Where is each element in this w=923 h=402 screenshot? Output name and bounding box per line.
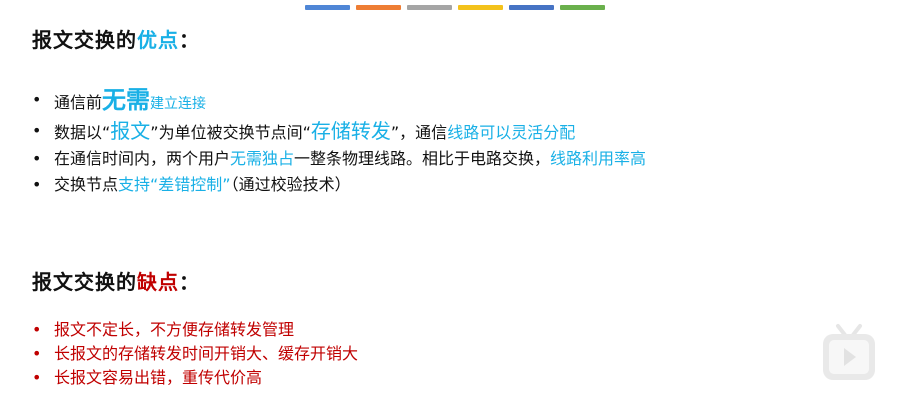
disadvantage-text: 报文不定长，不方便存储转发管理: [54, 320, 295, 339]
advantages-heading: 报文交换的优点：: [32, 28, 200, 52]
bullet-icon: •: [32, 149, 42, 168]
disadvantage-text: 长报文的存储转发时间开销大、缓存开销大: [54, 344, 359, 363]
advantage-text-part: 支持“差错控制”: [118, 175, 231, 194]
color-bar-segment: [356, 5, 401, 10]
top-color-bar: [305, 5, 605, 10]
disadvantage-text: 长报文容易出错，重传代价高: [54, 368, 263, 387]
disadvantages-list: • 报文不定长，不方便存储转发管理 • 长报文的存储转发时间开销大、缓存开销大 • 长报文…: [32, 318, 358, 390]
bullet-icon: •: [32, 368, 42, 387]
bullet-icon: •: [32, 175, 42, 194]
advantage-text-part: 建立连接: [150, 96, 207, 112]
advantage-text-part: 线路利用率高: [550, 149, 647, 168]
color-bar-segment: [560, 5, 605, 10]
advantage-text-part: （通过校验技术）: [230, 175, 351, 194]
advantage-item: • 数据以“报文”为单位被交换节点间“存储转发”，通信线路可以灵活分配: [32, 118, 646, 146]
bullet-icon: •: [32, 344, 42, 363]
color-bar-segment: [305, 5, 350, 10]
advantage-item: • 交换节点支持“差错控制”（通过校验技术）: [32, 172, 646, 198]
advantage-text-part: 存储转发: [310, 119, 391, 143]
bullet-icon: •: [32, 90, 42, 109]
advantage-text-part: 数据以“: [54, 123, 111, 142]
advantage-item: • 通信前无需建立连接: [32, 86, 646, 118]
color-bar-segment: [509, 5, 554, 10]
disadvantages-accent: 缺点: [137, 270, 179, 294]
advantage-text-part: 无需: [102, 86, 151, 114]
disadvantage-item: • 长报文容易出错，重传代价高: [32, 366, 358, 390]
bullet-icon: •: [32, 320, 42, 339]
advantages-accent: 优点: [137, 28, 179, 52]
disadvantage-item: • 长报文的存储转发时间开销大、缓存开销大: [32, 342, 358, 366]
advantage-text-part: 在通信时间内，两个用户: [54, 149, 231, 168]
advantage-text-part: 报文: [110, 119, 151, 143]
bilibili-tv-icon: [823, 324, 875, 380]
disadvantages-heading: 报文交换的缺点：: [32, 270, 200, 294]
advantage-text-part: ”，通信: [390, 123, 448, 142]
advantages-list: • 通信前无需建立连接 • 数据以“报文”为单位被交换节点间“存储转发”，通信线路可以…: [32, 86, 646, 198]
advantage-item: • 在通信时间内，两个用户无需独占一整条物理线路。相比于电路交换，线路利用率高: [32, 146, 646, 172]
color-bar-segment: [458, 5, 503, 10]
advantage-text-part: 交换节点: [54, 175, 119, 194]
advantage-text-part: ”为单位被交换节点间“: [150, 123, 311, 142]
advantage-text-part: 一整条物理线路。相比于电路交换，: [294, 149, 551, 168]
disadvantage-item: • 报文不定长，不方便存储转发管理: [32, 318, 358, 342]
advantage-text-part: 线路可以灵活分配: [447, 123, 576, 142]
bullet-icon: •: [32, 121, 42, 140]
advantage-text-part: 通信前: [54, 93, 103, 112]
advantage-text-part: 无需独占: [230, 149, 295, 168]
color-bar-segment: [407, 5, 452, 10]
